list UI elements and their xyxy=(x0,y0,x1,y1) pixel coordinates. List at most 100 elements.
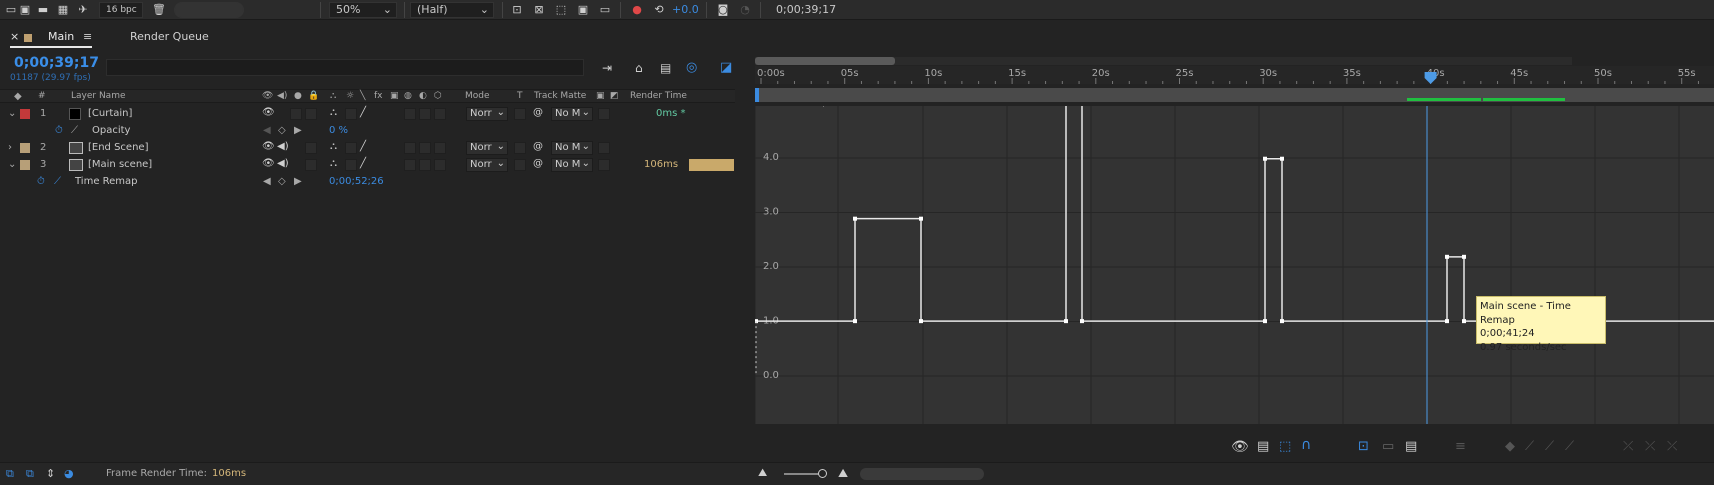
adjustment-switch[interactable] xyxy=(419,159,431,171)
lock-switch[interactable] xyxy=(305,108,317,120)
graph-editor[interactable]: 5.0 seconds/sec4.03.02.01.00.0 xyxy=(755,106,1714,424)
3d-switch[interactable] xyxy=(434,159,446,171)
graph-toggle-icon[interactable]: ⟋ xyxy=(54,176,61,187)
snapping-icon[interactable]: ∩ xyxy=(1301,437,1311,453)
tab-close-icon[interactable]: × xyxy=(10,30,19,43)
keyframe-handle[interactable] xyxy=(1263,319,1267,324)
flowchart-icon[interactable]: ▣ xyxy=(18,3,32,16)
time-navigator[interactable] xyxy=(755,57,1572,65)
color-management-icon[interactable]: ⟲ xyxy=(652,3,666,16)
keyframe-handle[interactable] xyxy=(1445,319,1449,324)
chevron-down-icon[interactable]: ⌄ xyxy=(8,159,16,170)
matte-switch[interactable] xyxy=(598,142,610,154)
bezier-icon[interactable]: ⟋ xyxy=(1565,439,1574,454)
keyframe-handle[interactable] xyxy=(1462,254,1466,259)
keyframe-handle[interactable] xyxy=(1080,319,1084,324)
matte-switch[interactable] xyxy=(598,108,610,120)
time-ruler[interactable]: 0:00s05s10s15s20s25s30s35s40s45s50s55s xyxy=(755,66,1714,84)
keyframe-handle[interactable] xyxy=(919,319,923,324)
eye-icon[interactable]: 👁 xyxy=(1231,439,1249,455)
layer-name[interactable]: [Curtain] xyxy=(88,108,132,119)
toggle-render-time-icon[interactable]: ◕ xyxy=(64,467,74,480)
chevron-down-icon[interactable]: ⌄ xyxy=(8,108,16,119)
keyframe-handle[interactable] xyxy=(1462,319,1466,324)
shy-icon[interactable]: ⛬ xyxy=(330,107,337,118)
audio-icon[interactable]: ◀) xyxy=(277,158,289,169)
mode-select[interactable]: Norr ⌄ xyxy=(466,107,508,121)
easy-ease-out-icon[interactable]: ⤫ xyxy=(1667,439,1677,454)
eye-icon[interactable]: 👁 xyxy=(262,141,275,152)
3d-switch[interactable] xyxy=(434,142,446,154)
fit-selection-icon[interactable]: ⊡ xyxy=(1358,439,1369,454)
easy-ease-in-icon[interactable]: ⤫ xyxy=(1645,439,1655,454)
pickwhip-icon[interactable]: @ xyxy=(533,141,543,152)
stopwatch-icon[interactable]: ⏱ xyxy=(55,125,63,136)
collapse-switch[interactable] xyxy=(345,159,357,171)
pickwhip-icon[interactable]: @ xyxy=(533,107,543,118)
layer-label-color[interactable] xyxy=(20,109,30,119)
layer-label-color[interactable] xyxy=(20,143,30,153)
auto-bezier-icon[interactable]: ⟋ xyxy=(1545,439,1554,454)
composition-icon[interactable]: ▭ xyxy=(4,3,18,16)
transform-box-icon[interactable]: ⬚ xyxy=(1279,439,1291,454)
render-icon[interactable]: ✈ xyxy=(76,3,90,16)
collapse-switch[interactable] xyxy=(345,142,357,154)
mode-select[interactable]: Norr ⌄ xyxy=(466,158,508,172)
add-keyframe-icon[interactable]: ◇ xyxy=(278,176,286,187)
navigator-handle[interactable] xyxy=(755,57,895,65)
easy-ease-icon[interactable]: ⤫ xyxy=(1623,439,1633,454)
layer-row-curtain[interactable]: ⌄ 1 [Curtain] 👁 ⛬ ╱ Norr ⌄ @ No M ⌄ 0ms * xyxy=(0,106,735,122)
track-matte-select[interactable]: No M ⌄ xyxy=(551,141,593,155)
speed-graph[interactable]: 5.0 seconds/sec4.03.02.01.00.0 xyxy=(755,106,1714,424)
hold-keyframe-icon[interactable]: ◆ xyxy=(1505,439,1515,454)
graph-options-icon[interactable]: ▤ xyxy=(1257,439,1269,454)
lock-switch[interactable] xyxy=(305,142,317,154)
toggle-in-out-icon[interactable]: ⇕ xyxy=(46,467,55,480)
fit-all-icon[interactable]: ▭ xyxy=(1382,439,1394,454)
property-row-opacity[interactable]: ⏱ ⟋ Opacity ◀ ◇ ▶ 0 % xyxy=(0,123,735,139)
mode-select[interactable]: Norr ⌄ xyxy=(466,141,508,155)
guides-icon[interactable]: ▣ xyxy=(576,3,590,16)
stopwatch-icon[interactable]: ⏱ xyxy=(37,176,45,187)
previous-keyframe-icon[interactable]: ◀ xyxy=(263,176,271,187)
next-keyframe-icon[interactable]: ▶ xyxy=(294,176,302,187)
work-area-bar[interactable] xyxy=(755,88,1714,102)
layer-name[interactable]: [Main scene] xyxy=(88,159,152,170)
eye-icon[interactable]: 👁 xyxy=(262,107,275,118)
toggle-switches-icon[interactable]: ⧉ xyxy=(6,467,14,481)
shy-icon[interactable]: ⛬ xyxy=(330,141,337,152)
keyframe-handle[interactable] xyxy=(1280,156,1284,161)
3d-switch[interactable] xyxy=(434,108,446,120)
collapse-switch[interactable] xyxy=(345,108,357,120)
add-keyframe-icon[interactable]: ◇ xyxy=(278,125,286,136)
hide-shy-layers-icon[interactable]: ▤ xyxy=(660,61,671,75)
motion-blur-switch[interactable] xyxy=(404,108,416,120)
zoom-slider-thumb[interactable] xyxy=(818,469,827,478)
comp-mini-flowchart-icon[interactable]: ⇥ xyxy=(602,61,612,75)
chevron-right-icon[interactable]: › xyxy=(8,142,12,153)
keyframe-handle[interactable] xyxy=(1445,254,1449,259)
time-remap-speed-curve[interactable] xyxy=(755,106,1714,322)
zoom-out-icon[interactable]: ⛰ xyxy=(758,466,767,480)
resolution-select[interactable]: (Half) ⌄ xyxy=(410,2,494,18)
quality-icon[interactable]: ╱ xyxy=(360,141,366,152)
bpc-button[interactable]: 16 bpc xyxy=(99,2,143,18)
quality-icon[interactable]: ╱ xyxy=(360,158,366,169)
preserve-transparency-switch[interactable] xyxy=(514,159,526,171)
keyframe-handle[interactable] xyxy=(1064,319,1068,324)
preserve-transparency-switch[interactable] xyxy=(514,142,526,154)
solo-switch[interactable] xyxy=(290,108,302,120)
trash-icon[interactable]: 🗑 xyxy=(152,3,166,16)
separate-dimensions-icon[interactable]: ▤ xyxy=(1405,439,1417,454)
layer-row-main-scene[interactable]: ⌄ 3 [Main scene] 👁 ◀) ⛬ ╱ Norr ⌄ @ No M ⌄ … xyxy=(0,157,735,173)
next-keyframe-icon[interactable]: ▶ xyxy=(294,125,302,136)
quality-icon[interactable]: ╱ xyxy=(360,107,366,118)
tab-render-queue[interactable]: Render Queue xyxy=(130,30,209,43)
graph-editor-icon[interactable]: ◪ xyxy=(720,60,732,75)
column-layer-name[interactable]: Layer Name xyxy=(71,91,126,101)
playhead-marker[interactable] xyxy=(1424,72,1437,84)
keyframe-handle[interactable] xyxy=(853,216,857,221)
color-channels-icon[interactable]: ● xyxy=(630,3,644,16)
layer-row-end-scene[interactable]: › 2 [End Scene] 👁 ◀) ⛬ ╱ Norr ⌄ @ No M ⌄ xyxy=(0,140,735,156)
edit-keyframe-icon[interactable]: ≡ xyxy=(1455,439,1466,454)
